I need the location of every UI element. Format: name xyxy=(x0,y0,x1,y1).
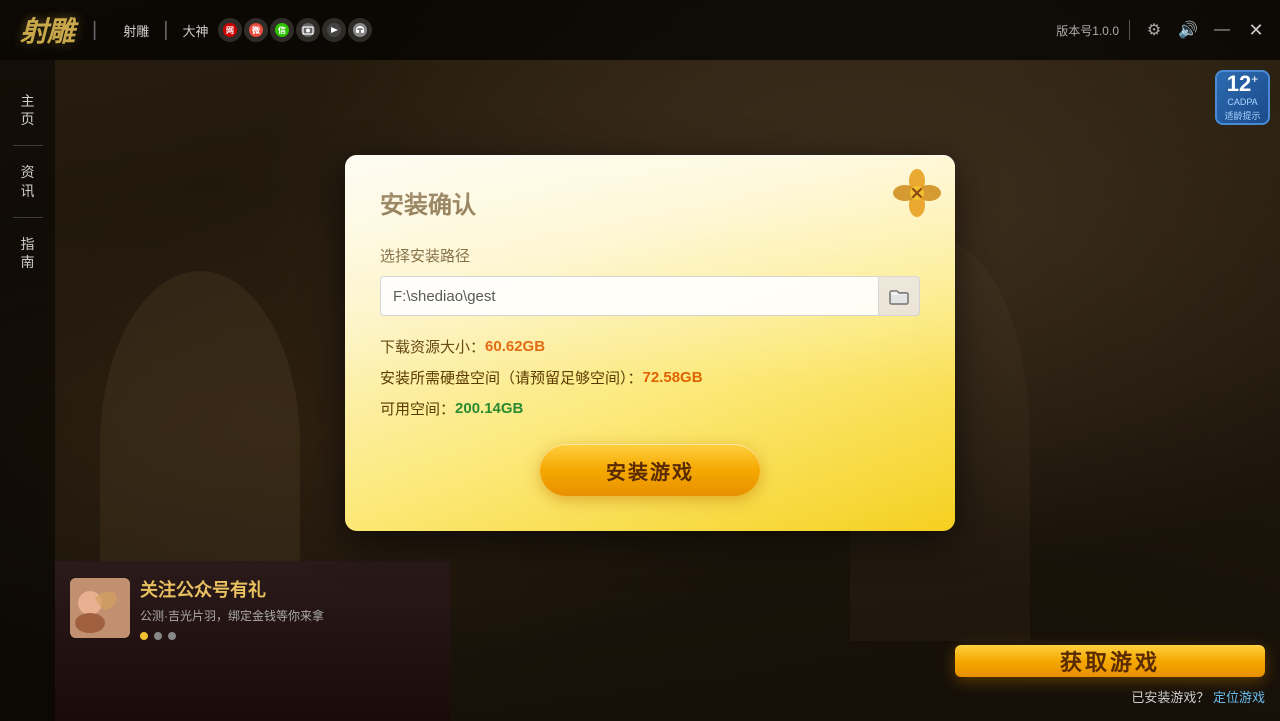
download-size-label: 下载资源大小： xyxy=(380,336,485,357)
dialog-title: 安装确认 xyxy=(380,185,476,220)
banner-dot-1[interactable] xyxy=(140,632,148,640)
locate-game-link[interactable]: 定位游戏 xyxy=(1213,690,1265,705)
download-size-row: 下载资源大小： 60.62GB xyxy=(380,336,920,357)
dialog-close-button[interactable] xyxy=(891,167,943,219)
topbar-left: 射雕 | 射雕 | 大神 网 微 信 xyxy=(10,10,372,50)
sidebar-label-news2: 讯 xyxy=(21,182,35,200)
path-browse-button[interactable] xyxy=(878,276,920,316)
nav-icon-weibo[interactable]: 微 xyxy=(244,18,268,42)
install-game-button[interactable]: 安装游戏 xyxy=(540,444,760,496)
topbar: 射雕 | 射雕 | 大神 网 微 信 xyxy=(0,0,1280,60)
nav-icon-wechat[interactable]: 信 xyxy=(270,18,294,42)
nav-divider-2: | xyxy=(163,19,168,42)
sidebar-item-home[interactable]: 主 页 xyxy=(0,80,55,140)
sidebar: 主 页 资 讯 指 南 xyxy=(0,60,55,721)
disk-space-value: 72.58GB xyxy=(643,369,703,386)
age-number: 12 xyxy=(1227,73,1251,95)
banner-subtitle: 公测·吉光片羽，绑定金钱等你来拿 xyxy=(140,607,324,624)
version-text: 版本号1.0.0 xyxy=(1056,22,1119,39)
minimize-icon[interactable]: — xyxy=(1208,16,1236,44)
age-cadpa: CADPA xyxy=(1227,97,1257,107)
banner-content: 关注公众号有礼 公测·吉光片羽，绑定金钱等你来拿 xyxy=(55,561,450,663)
close-window-button[interactable]: ✕ xyxy=(1242,16,1270,44)
sound-icon[interactable]: 🔊 xyxy=(1174,16,1202,44)
nav-item-game[interactable]: 射雕 xyxy=(115,17,157,44)
sidebar-label-home: 主 xyxy=(21,92,35,110)
nav-icon-video[interactable] xyxy=(322,18,346,42)
get-game-button[interactable]: 获取游戏 xyxy=(955,645,1265,677)
dialog-header: 安装确认 xyxy=(380,185,920,220)
banner-dot-2[interactable] xyxy=(154,632,162,640)
nav-icon-headset[interactable] xyxy=(348,18,372,42)
sidebar-label-home2: 页 xyxy=(21,110,35,128)
installed-info: 已安装游戏？ 定位游戏 xyxy=(1131,687,1265,706)
banner-title: 关注公众号有礼 xyxy=(140,576,324,602)
sidebar-item-guide[interactable]: 指 南 xyxy=(0,223,55,283)
svg-text:网: 网 xyxy=(226,26,234,35)
banner-dot-3[interactable] xyxy=(168,632,176,640)
nav-icon-photo[interactable] xyxy=(296,18,320,42)
disk-space-row: 安装所需硬盘空间（请预留足够空间）： 72.58GB xyxy=(380,367,920,388)
path-label: 选择安装路径 xyxy=(380,245,920,266)
nav-label-dashen: 大神 xyxy=(182,21,208,40)
path-input[interactable] xyxy=(380,276,878,316)
available-label: 可用空间： xyxy=(380,398,455,419)
nav-item-dashen[interactable]: 大神 xyxy=(174,17,216,44)
settings-icon[interactable]: ⚙ xyxy=(1140,16,1168,44)
bottom-banner: 关注公众号有礼 公测·吉光片羽，绑定金钱等你来拿 xyxy=(55,561,450,721)
disk-space-label: 安装所需硬盘空间（请预留足够空间）： xyxy=(380,367,643,388)
nav-label-game: 射雕 xyxy=(123,21,149,40)
age-plus: + xyxy=(1251,73,1258,85)
svg-text:信: 信 xyxy=(278,25,286,35)
sidebar-sep-2 xyxy=(13,217,43,218)
path-input-row xyxy=(380,276,920,316)
topbar-divider xyxy=(1129,20,1130,40)
nav-divider-1: | xyxy=(92,19,97,42)
age-rating-badge: 12 + CADPA 适龄提示 xyxy=(1215,70,1270,125)
nav-icon-163[interactable]: 网 xyxy=(218,18,242,42)
game-logo: 射雕 xyxy=(10,10,84,50)
sidebar-label-news1: 资 xyxy=(21,163,35,181)
topbar-right: 版本号1.0.0 ⚙ 🔊 — ✕ xyxy=(1056,16,1270,44)
bottom-right-area: 获取游戏 已安装游戏？ 定位游戏 xyxy=(955,631,1280,721)
sidebar-label-guide1: 指 xyxy=(21,235,35,253)
sidebar-label-guide2: 南 xyxy=(21,253,35,271)
install-dialog: 安装确认 选择安装路径 下载资源大小： 60.62GB 安装所需硬盘空间（请预留… xyxy=(345,155,955,531)
sidebar-item-news[interactable]: 资 讯 xyxy=(0,151,55,211)
installed-label: 已安装游戏？ xyxy=(1131,690,1209,705)
download-size-value: 60.62GB xyxy=(485,338,545,355)
sidebar-sep-1 xyxy=(13,145,43,146)
available-space-row: 可用空间： 200.14GB xyxy=(380,398,920,419)
age-description: 适龄提示 xyxy=(1224,109,1260,122)
banner-dots xyxy=(140,632,324,640)
svg-text:微: 微 xyxy=(251,25,260,35)
available-value: 200.14GB xyxy=(455,400,523,417)
topbar-nav: 射雕 | 大神 网 微 信 xyxy=(115,17,372,44)
